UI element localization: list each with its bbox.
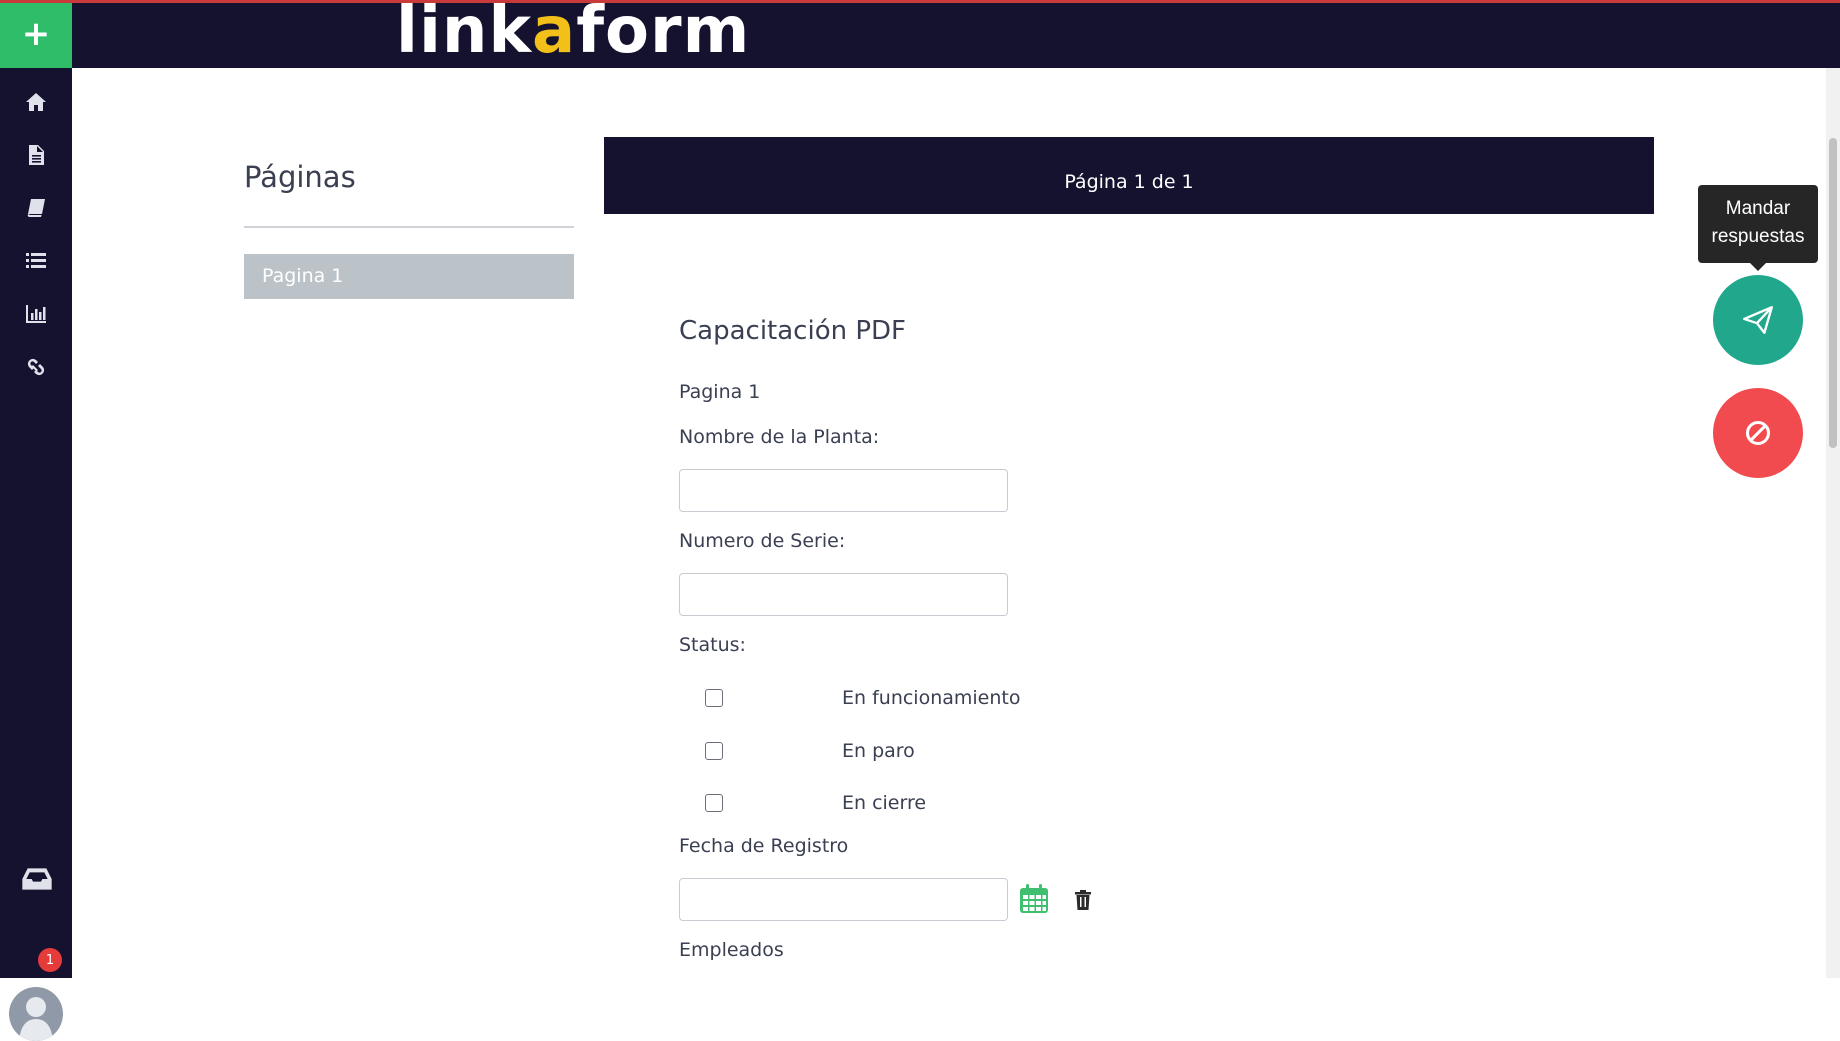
tooltip-line-1: Mandar xyxy=(1725,198,1791,219)
logo-text-2: a xyxy=(532,0,577,68)
home-icon[interactable] xyxy=(20,86,52,118)
link-icon[interactable] xyxy=(20,351,52,383)
ban-icon xyxy=(1745,420,1771,446)
document-icon[interactable] xyxy=(20,139,52,171)
status-option-cierre: En cierre xyxy=(842,792,927,814)
page-indicator-text: Página 1 de 1 xyxy=(1064,170,1194,193)
page-indicator-banner: Página 1 de 1 xyxy=(604,137,1654,214)
bar-chart-icon[interactable] xyxy=(20,298,52,330)
empleados-label: Empleados xyxy=(679,939,784,961)
status-option-paro: En paro xyxy=(842,740,915,762)
cancel-button[interactable] xyxy=(1713,388,1803,478)
serie-label: Numero de Serie: xyxy=(679,530,846,552)
send-tooltip: Mandar respuestas xyxy=(1698,185,1818,271)
tooltip-line-2: respuestas xyxy=(1711,226,1805,247)
list-icon[interactable] xyxy=(20,245,52,277)
trash-icon[interactable] xyxy=(1074,890,1092,910)
scrollbar[interactable] xyxy=(1826,68,1840,978)
top-accent-line xyxy=(0,0,1840,3)
planta-label: Nombre de la Planta: xyxy=(679,426,880,448)
new-form-button[interactable]: + xyxy=(0,0,72,68)
book-icon[interactable] xyxy=(20,192,52,224)
serie-input[interactable] xyxy=(679,573,1008,616)
status-checkbox-funcionamiento[interactable] xyxy=(705,689,723,707)
inbox-badge: 1 xyxy=(38,948,62,972)
status-checkbox-cierre[interactable] xyxy=(705,794,723,812)
page-list-item[interactable]: Pagina 1 xyxy=(244,254,574,299)
form-page-label: Pagina 1 xyxy=(679,381,761,403)
sidebar: 1 xyxy=(0,68,72,1041)
logo-text-3: form xyxy=(576,0,751,68)
logo-text-1: link xyxy=(396,0,532,68)
form-title: Capacitación PDF xyxy=(679,316,906,346)
status-checkbox-paro[interactable] xyxy=(705,742,723,760)
inbox-icon[interactable] xyxy=(18,860,56,898)
planta-input[interactable] xyxy=(679,469,1008,512)
calendar-icon[interactable] xyxy=(1018,883,1050,915)
paper-plane-icon xyxy=(1743,306,1773,334)
scrollbar-thumb[interactable] xyxy=(1829,138,1837,448)
fecha-input[interactable] xyxy=(679,878,1008,921)
status-label: Status: xyxy=(679,634,746,656)
send-answers-button[interactable] xyxy=(1713,275,1803,365)
top-header xyxy=(0,0,1840,68)
status-option-funcionamiento: En funcionamiento xyxy=(842,687,1021,709)
linkaform-logo: linkaform xyxy=(396,0,750,68)
pages-title: Páginas xyxy=(244,160,356,194)
avatar[interactable] xyxy=(9,987,63,1041)
pages-divider xyxy=(244,226,574,228)
fecha-label: Fecha de Registro xyxy=(679,835,849,857)
